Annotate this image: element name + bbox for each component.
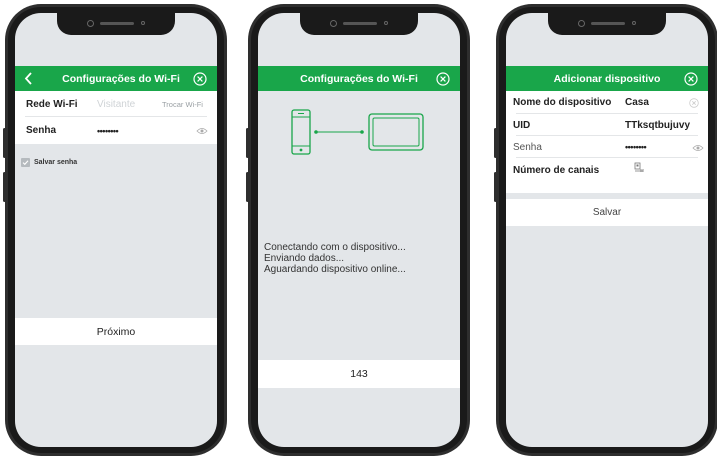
countdown-value: 143 <box>350 368 368 380</box>
phone-3: Adicionar dispositivo Nome do dispositiv… <box>494 4 717 456</box>
screen-wifi-settings: Configurações do Wi-Fi Rede Wi-Fi Visita… <box>15 13 217 447</box>
next-button[interactable]: Próximo <box>15 318 217 345</box>
password-label: Senha <box>513 141 542 153</box>
password-row[interactable]: Senha •••••••• <box>15 117 217 144</box>
page-title: Configurações do Wi-Fi <box>300 72 418 85</box>
wifi-network-input[interactable]: Visitante <box>97 99 135 110</box>
sensor-icon <box>384 21 388 25</box>
clear-icon[interactable] <box>689 98 699 108</box>
speaker-icon <box>100 22 134 25</box>
page-title: Configurações do Wi-Fi <box>62 72 180 85</box>
notch <box>300 13 418 35</box>
monitor-icon <box>368 113 424 151</box>
eye-icon[interactable] <box>196 127 208 135</box>
channels-label: Número de canais <box>513 165 600 176</box>
close-icon[interactable] <box>436 72 450 86</box>
save-password-option[interactable]: Salvar senha <box>21 158 77 167</box>
wifi-network-label: Rede Wi-Fi <box>26 98 78 110</box>
screen-add-device: Adicionar dispositivo Nome do dispositiv… <box>506 13 708 447</box>
password-input[interactable]: •••••••• <box>97 126 119 136</box>
header: Configurações do Wi-Fi <box>258 66 460 91</box>
status-line: Aguardando dispositivo online... <box>264 264 406 275</box>
device-name-label: Nome do dispositivo <box>513 97 612 108</box>
notch <box>57 13 175 35</box>
status-line: Conectando com o dispositivo... <box>264 242 406 253</box>
channels-icon[interactable] <box>634 162 644 173</box>
page-title: Adicionar dispositivo <box>553 72 661 85</box>
close-icon[interactable] <box>684 72 698 86</box>
connection-illustration <box>258 91 460 161</box>
header: Configurações do Wi-Fi <box>15 66 217 91</box>
back-icon[interactable] <box>23 72 35 85</box>
save-button-label: Salvar <box>592 207 622 218</box>
save-button[interactable]: Salvar <box>506 199 708 226</box>
header: Adicionar dispositivo <box>506 66 708 91</box>
connection-status: Conectando com o dispositivo... Enviando… <box>264 242 406 275</box>
speaker-icon <box>343 22 377 25</box>
password-input[interactable]: •••••••• <box>625 142 647 152</box>
sensor-icon <box>632 21 636 25</box>
phone-2: Configurações do Wi-Fi Conectando com o … <box>246 4 470 456</box>
wifi-network-row[interactable]: Rede Wi-Fi Visitante Trocar Wi-Fi <box>15 91 217 117</box>
camera-icon <box>330 20 337 27</box>
camera-icon <box>578 20 585 27</box>
status-line: Enviando dados... <box>264 253 345 264</box>
uid-label: UID <box>513 119 531 131</box>
save-password-label: Salvar senha <box>34 159 78 166</box>
countdown-bar: 143 <box>258 360 460 388</box>
password-label: Senha <box>26 125 57 136</box>
screen-connecting: Configurações do Wi-Fi Conectando com o … <box>258 13 460 447</box>
checkbox-icon[interactable] <box>21 158 30 167</box>
notch <box>548 13 666 35</box>
uid-row[interactable]: UID TTksqtbujuvy <box>506 114 708 136</box>
device-name-input[interactable]: Casa <box>625 97 649 108</box>
device-name-row[interactable]: Nome do dispositivo Casa <box>506 91 708 114</box>
camera-icon <box>87 20 94 27</box>
sensor-icon <box>141 21 145 25</box>
phone-1: Configurações do Wi-Fi Rede Wi-Fi Visita… <box>3 4 227 456</box>
connection-line-icon <box>314 130 364 134</box>
eye-icon[interactable] <box>692 144 704 152</box>
next-button-label: Próximo <box>96 325 136 338</box>
change-wifi-link[interactable]: Trocar Wi-Fi <box>162 100 203 109</box>
password-row[interactable]: Senha •••••••• <box>506 136 708 158</box>
channels-row[interactable]: Número de canais <box>506 158 708 193</box>
speaker-icon <box>591 22 625 25</box>
close-icon[interactable] <box>193 72 207 86</box>
phone-icon <box>291 109 311 155</box>
uid-input[interactable]: TTksqtbujuvy <box>625 120 690 131</box>
